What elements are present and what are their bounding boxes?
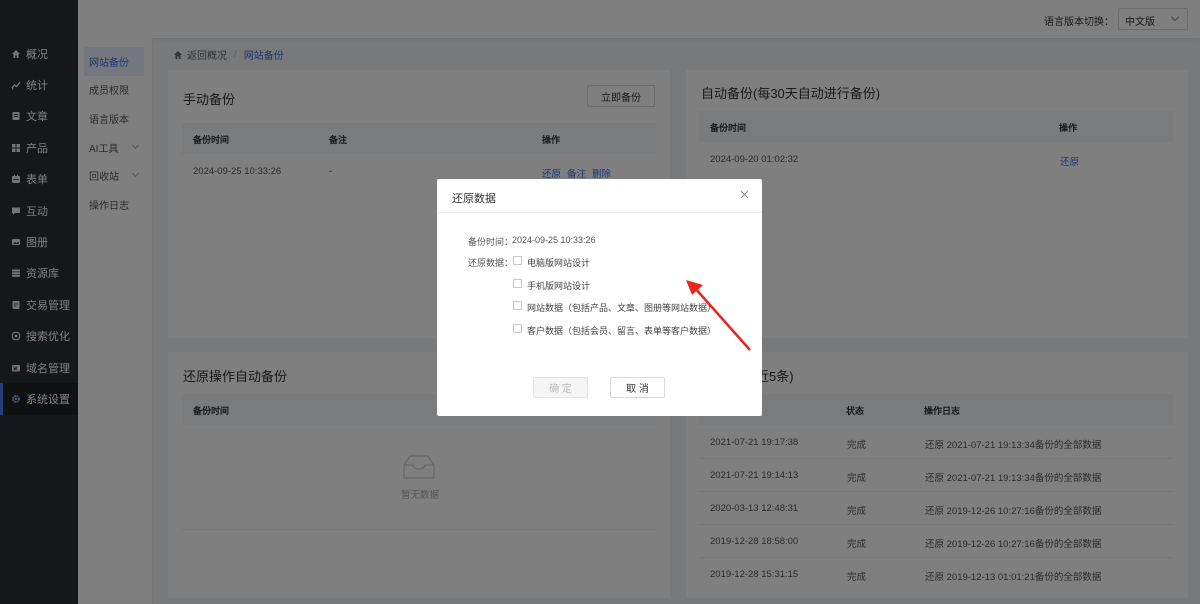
option-mobile-design[interactable]: 手机版网站设计	[527, 279, 590, 292]
restore-data-label: 还原数据：	[468, 258, 514, 268]
option-pc-design[interactable]: 电脑版网站设计	[527, 256, 590, 269]
cancel-button[interactable]: 取 消	[610, 377, 665, 398]
restore-data-dialog: 还原数据 备份时间： 2024-09-25 10:33:26 还原数据： 电脑版…	[437, 179, 762, 416]
checkbox-customer-data[interactable]	[513, 324, 522, 333]
checkbox-pc-design[interactable]	[513, 256, 522, 265]
confirm-button[interactable]: 确 定	[533, 377, 588, 398]
option-site-data[interactable]: 网站数据（包括产品、文章、图册等网站数据）	[527, 301, 716, 314]
backup-time-value: 2024-09-25 10:33:26	[512, 235, 596, 245]
checkbox-mobile-design[interactable]	[513, 279, 522, 288]
dialog-title: 还原数据	[452, 193, 496, 205]
close-icon[interactable]	[740, 190, 749, 199]
option-customer-data[interactable]: 客户数据（包括会员、留言、表单等客户数据）	[527, 324, 716, 337]
dialog-divider	[437, 212, 762, 213]
checkbox-site-data[interactable]	[513, 301, 522, 310]
backup-time-label: 备份时间：	[468, 237, 514, 247]
